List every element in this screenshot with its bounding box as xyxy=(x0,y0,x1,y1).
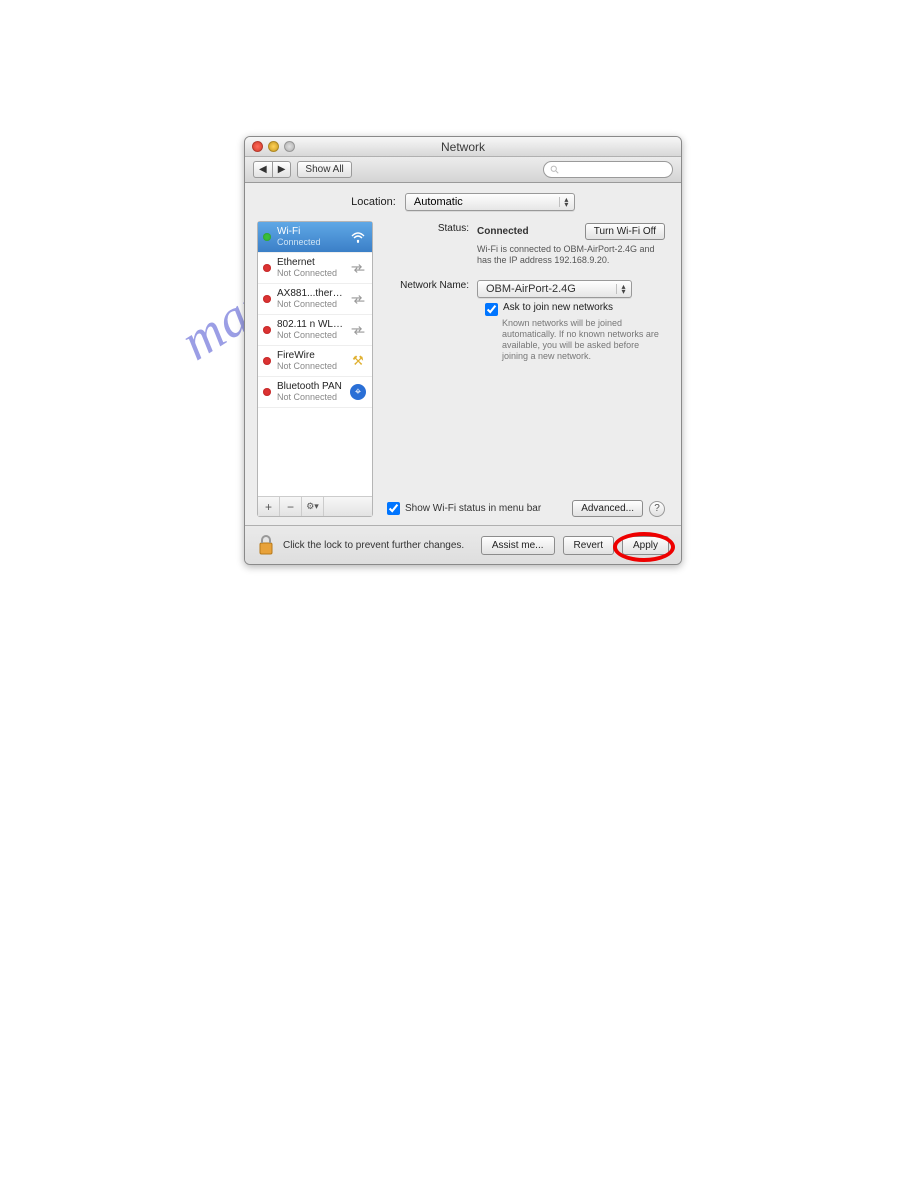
firewire-icon: ⚒ xyxy=(349,354,367,368)
status-dot-icon xyxy=(263,264,271,272)
sidebar-item-ethernet[interactable]: Ethernet Not Connected xyxy=(258,253,372,284)
ask-join-checkbox[interactable] xyxy=(485,303,498,316)
ask-join-label: Ask to join new networks xyxy=(503,302,613,313)
ethernet-icon xyxy=(349,323,367,337)
status-value: Connected xyxy=(477,226,529,237)
service-status: Not Connected xyxy=(277,392,343,403)
assist-button[interactable]: Assist me... xyxy=(481,536,555,555)
titlebar: Network xyxy=(245,137,681,157)
body: Wi-Fi Connected Ethernet Not Connected xyxy=(257,221,669,517)
wifi-icon xyxy=(349,230,367,244)
sidebar-item-firewire[interactable]: FireWire Not Connected ⚒ xyxy=(258,346,372,377)
show-status-label: Show Wi-Fi status in menu bar xyxy=(405,503,541,514)
network-name-value: OBM-AirPort-2.4G xyxy=(486,283,576,295)
location-select[interactable]: Automatic ▴▾ xyxy=(405,193,575,211)
service-sidebar: Wi-Fi Connected Ethernet Not Connected xyxy=(257,221,373,517)
chevron-updown-icon: ▴▾ xyxy=(559,197,570,207)
back-button[interactable]: ◀ xyxy=(253,161,272,178)
status-dot-icon xyxy=(263,326,271,334)
status-description: Wi-Fi is connected to OBM-AirPort-2.4G a… xyxy=(477,244,665,266)
sidebar-item-ax881[interactable]: AX881...thernet Not Connected xyxy=(258,284,372,315)
search-field[interactable] xyxy=(543,161,673,178)
content-area: Location: Automatic ▴▾ Wi-Fi Connected xyxy=(245,183,681,525)
footer: Click the lock to prevent further change… xyxy=(245,525,681,564)
apply-button[interactable]: Apply xyxy=(622,536,669,555)
show-all-button[interactable]: Show All xyxy=(297,161,351,178)
remove-service-button[interactable]: − xyxy=(280,497,302,516)
lock-icon[interactable] xyxy=(257,534,275,556)
status-dot-icon xyxy=(263,295,271,303)
status-dot-icon xyxy=(263,233,271,241)
service-name: AX881...thernet xyxy=(277,288,343,299)
ethernet-icon xyxy=(349,261,367,275)
network-preferences-window: Network ◀ ▶ Show All Location: Automatic… xyxy=(244,136,682,565)
service-status: Connected xyxy=(277,237,343,248)
location-label: Location: xyxy=(351,196,396,208)
network-name-select[interactable]: OBM-AirPort-2.4G ▴▾ xyxy=(477,280,632,298)
sidebar-toolbar: + − ⚙▾ xyxy=(258,496,372,516)
service-status: Not Connected xyxy=(277,299,343,310)
service-status: Not Connected xyxy=(277,330,343,341)
help-button[interactable]: ? xyxy=(649,501,665,517)
sidebar-item-wlan[interactable]: 802.11 n WLAN Not Connected xyxy=(258,315,372,346)
service-name: 802.11 n WLAN xyxy=(277,319,343,330)
service-name: Bluetooth PAN xyxy=(277,381,343,392)
service-name: Wi-Fi xyxy=(277,226,343,237)
lock-text: Click the lock to prevent further change… xyxy=(283,540,473,551)
revert-button[interactable]: Revert xyxy=(563,536,614,555)
status-dot-icon xyxy=(263,357,271,365)
window-title: Network xyxy=(245,140,681,154)
forward-button[interactable]: ▶ xyxy=(272,161,292,178)
service-name: Ethernet xyxy=(277,257,343,268)
service-status: Not Connected xyxy=(277,268,343,279)
bluetooth-icon: ⌖ xyxy=(349,385,367,399)
chevron-updown-icon: ▴▾ xyxy=(616,284,627,294)
sidebar-item-wifi[interactable]: Wi-Fi Connected xyxy=(258,222,372,253)
ask-join-help: Known networks will be joined automatica… xyxy=(502,318,665,362)
toolbar: ◀ ▶ Show All xyxy=(245,157,681,183)
service-name: FireWire xyxy=(277,350,343,361)
wifi-toggle-button[interactable]: Turn Wi-Fi Off xyxy=(585,223,665,240)
advanced-button[interactable]: Advanced... xyxy=(572,500,643,517)
sidebar-item-bluetooth[interactable]: Bluetooth PAN Not Connected ⌖ xyxy=(258,377,372,408)
add-service-button[interactable]: + xyxy=(258,497,280,516)
gear-menu-button[interactable]: ⚙▾ xyxy=(302,497,324,516)
show-status-checkbox[interactable] xyxy=(387,502,400,515)
ethernet-icon xyxy=(349,292,367,306)
service-status: Not Connected xyxy=(277,361,343,372)
network-name-label: Network Name: xyxy=(387,280,477,291)
search-icon xyxy=(550,165,559,174)
details-panel: Status: Connected Turn Wi-Fi Off Wi-Fi i… xyxy=(383,221,669,517)
location-value: Automatic xyxy=(414,196,463,208)
status-dot-icon xyxy=(263,388,271,396)
status-label: Status: xyxy=(387,223,477,234)
nav-buttons: ◀ ▶ xyxy=(253,161,291,178)
location-row: Location: Automatic ▴▾ xyxy=(257,193,669,211)
